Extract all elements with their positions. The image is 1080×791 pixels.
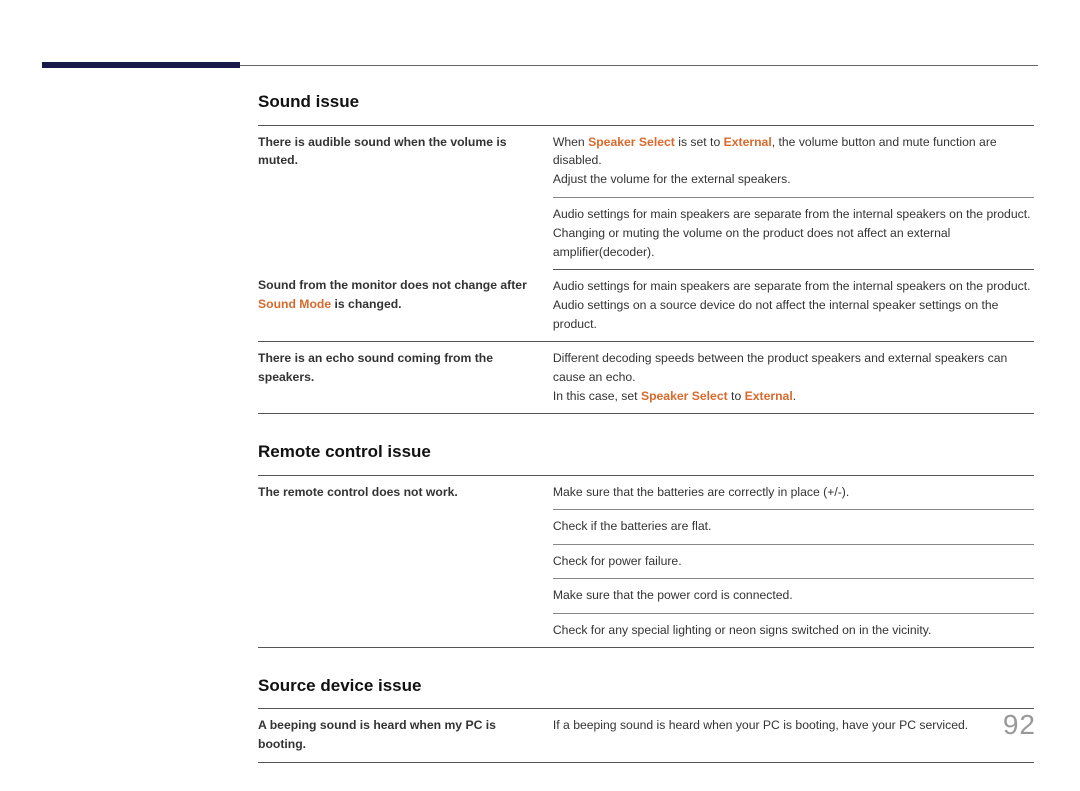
table-row: Sound from the monitor does not change a… (258, 269, 1034, 340)
section-remote-control-issue: Remote control issue The remote control … (258, 442, 1034, 648)
section-source-device-issue: Source device issue A beeping sound is h… (258, 676, 1034, 763)
heading-source-device-issue: Source device issue (258, 676, 1034, 696)
issue-answer: Check for any special lighting or neon s… (553, 613, 1034, 646)
issue-label: There is an echo sound coming from the s… (258, 342, 553, 413)
issue-answer: If a beeping sound is heard when your PC… (553, 709, 1034, 761)
issue-answer: Make sure that the batteries are correct… (553, 475, 1034, 508)
page-number: 92 (1003, 709, 1036, 741)
issue-label: A beeping sound is heard when my PC is b… (258, 709, 553, 761)
issue-answer: Audio settings for main speakers are sep… (553, 197, 1034, 268)
table-row: The remote control does not work. Make s… (258, 475, 1034, 508)
issue-answer: Check if the batteries are flat. (553, 510, 1034, 543)
issue-label: Sound from the monitor does not change a… (258, 269, 553, 340)
table-source-device-issue: A beeping sound is heard when my PC is b… (258, 708, 1034, 763)
header-accent-bar (42, 62, 240, 68)
page-content: Sound issue There is audible sound when … (258, 92, 1034, 791)
table-row: There is an echo sound coming from the s… (258, 342, 1034, 413)
issue-answer: Check for power failure. (553, 544, 1034, 577)
issue-answer: Audio settings for main speakers are sep… (553, 269, 1034, 340)
table-row: There is audible sound when the volume i… (258, 125, 1034, 196)
heading-remote-control-issue: Remote control issue (258, 442, 1034, 462)
table-row: A beeping sound is heard when my PC is b… (258, 709, 1034, 761)
table-remote-control-issue: The remote control does not work. Make s… (258, 474, 1034, 648)
issue-answer: Different decoding speeds between the pr… (553, 342, 1034, 413)
header-rule (240, 65, 1038, 66)
heading-sound-issue: Sound issue (258, 92, 1034, 112)
table-sound-issue: There is audible sound when the volume i… (258, 124, 1034, 414)
issue-answer: Make sure that the power cord is connect… (553, 579, 1034, 612)
section-sound-issue: Sound issue There is audible sound when … (258, 92, 1034, 414)
issue-label: The remote control does not work. (258, 475, 553, 646)
issue-answer: When Speaker Select is set to External, … (553, 125, 1034, 196)
issue-label: There is audible sound when the volume i… (258, 125, 553, 269)
